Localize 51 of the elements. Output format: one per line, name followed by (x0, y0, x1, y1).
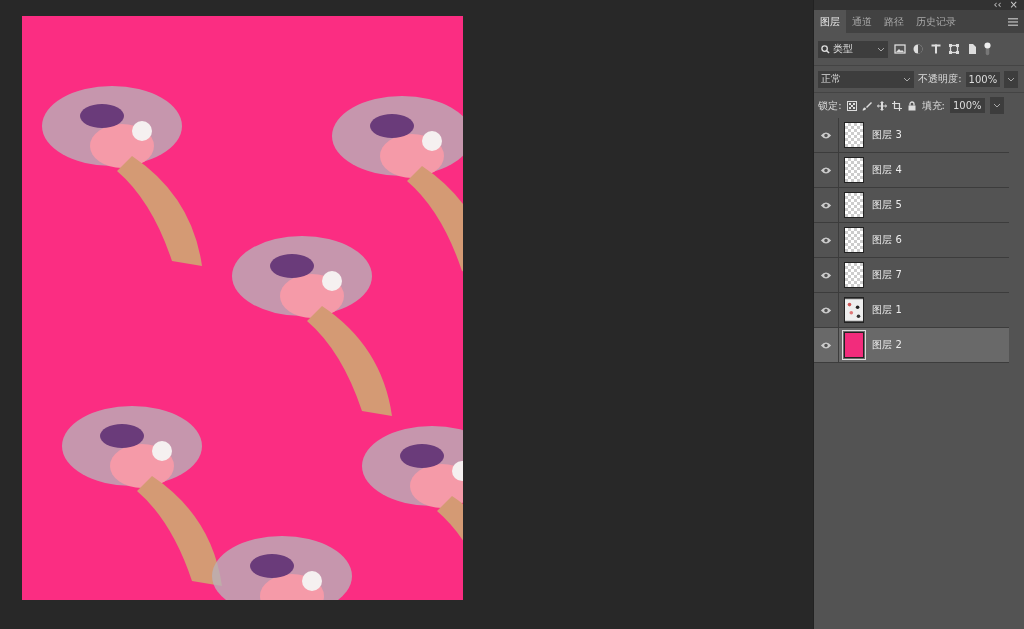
eye-icon[interactable] (820, 165, 833, 175)
move-icon[interactable] (876, 100, 887, 111)
opacity-dropdown-button[interactable] (1004, 70, 1019, 88)
panel-tab[interactable]: 历史记录 (910, 10, 963, 33)
panel-tab[interactable]: 通道 (846, 10, 879, 33)
layer-thumbnail (844, 122, 865, 148)
layer-row[interactable]: 图层 2 (814, 328, 1009, 363)
brush-icon[interactable] (861, 100, 872, 111)
layer-row[interactable]: 图层 7 (814, 258, 1009, 293)
filter-dropdown[interactable]: 类型 (818, 40, 889, 58)
eye-icon[interactable] (820, 235, 833, 245)
layer-row[interactable]: 图层 6 (814, 223, 1009, 258)
checkerboard-icon[interactable] (846, 100, 857, 111)
layer-row[interactable]: 图层 5 (814, 188, 1009, 223)
fill-label: 填充: (921, 98, 945, 113)
close-button[interactable]: × (1009, 0, 1018, 10)
crop-icon[interactable] (891, 100, 902, 111)
layer-row[interactable]: 图层 4 (814, 153, 1009, 188)
layer-thumbnail (844, 227, 865, 253)
blend-mode-dropdown[interactable]: 正常 (818, 70, 915, 88)
caret-icon (992, 102, 1001, 109)
lock-icon[interactable] (906, 100, 917, 111)
layer-thumbnail (844, 297, 865, 323)
circle-icon[interactable] (912, 43, 925, 55)
collapse-button[interactable]: ‹‹ (993, 0, 1002, 10)
caret-icon (903, 75, 912, 83)
panel-tab[interactable]: 图层 (814, 10, 847, 33)
lock-label: 锁定: (818, 98, 842, 113)
layer-thumbnail (844, 192, 865, 218)
eye-icon[interactable] (820, 270, 833, 280)
caret-icon (1007, 75, 1016, 83)
document-icon[interactable] (966, 43, 979, 55)
layer-thumbnail (844, 262, 865, 288)
fill-field[interactable]: 100% (949, 98, 985, 113)
eye-icon[interactable] (820, 305, 833, 315)
opacity-label: 不透明度: (918, 72, 962, 86)
menu-icon[interactable] (1008, 17, 1018, 26)
fill-dropdown-button[interactable] (989, 97, 1004, 114)
eye-icon[interactable] (820, 130, 833, 140)
search-icon (821, 44, 831, 54)
opacity-field[interactable]: 100% (965, 71, 1001, 87)
toggle-icon[interactable] (984, 42, 992, 56)
eye-icon[interactable] (820, 340, 833, 350)
layer-row[interactable]: 图层 3 (814, 118, 1009, 153)
eye-icon[interactable] (820, 200, 833, 210)
panel-tab[interactable]: 路径 (878, 10, 911, 33)
layer-thumbnail (844, 157, 865, 183)
caret-icon (877, 45, 886, 53)
image-icon[interactable] (894, 43, 907, 55)
crop-icon[interactable] (948, 43, 961, 55)
text-tool-icon[interactable] (930, 43, 943, 55)
